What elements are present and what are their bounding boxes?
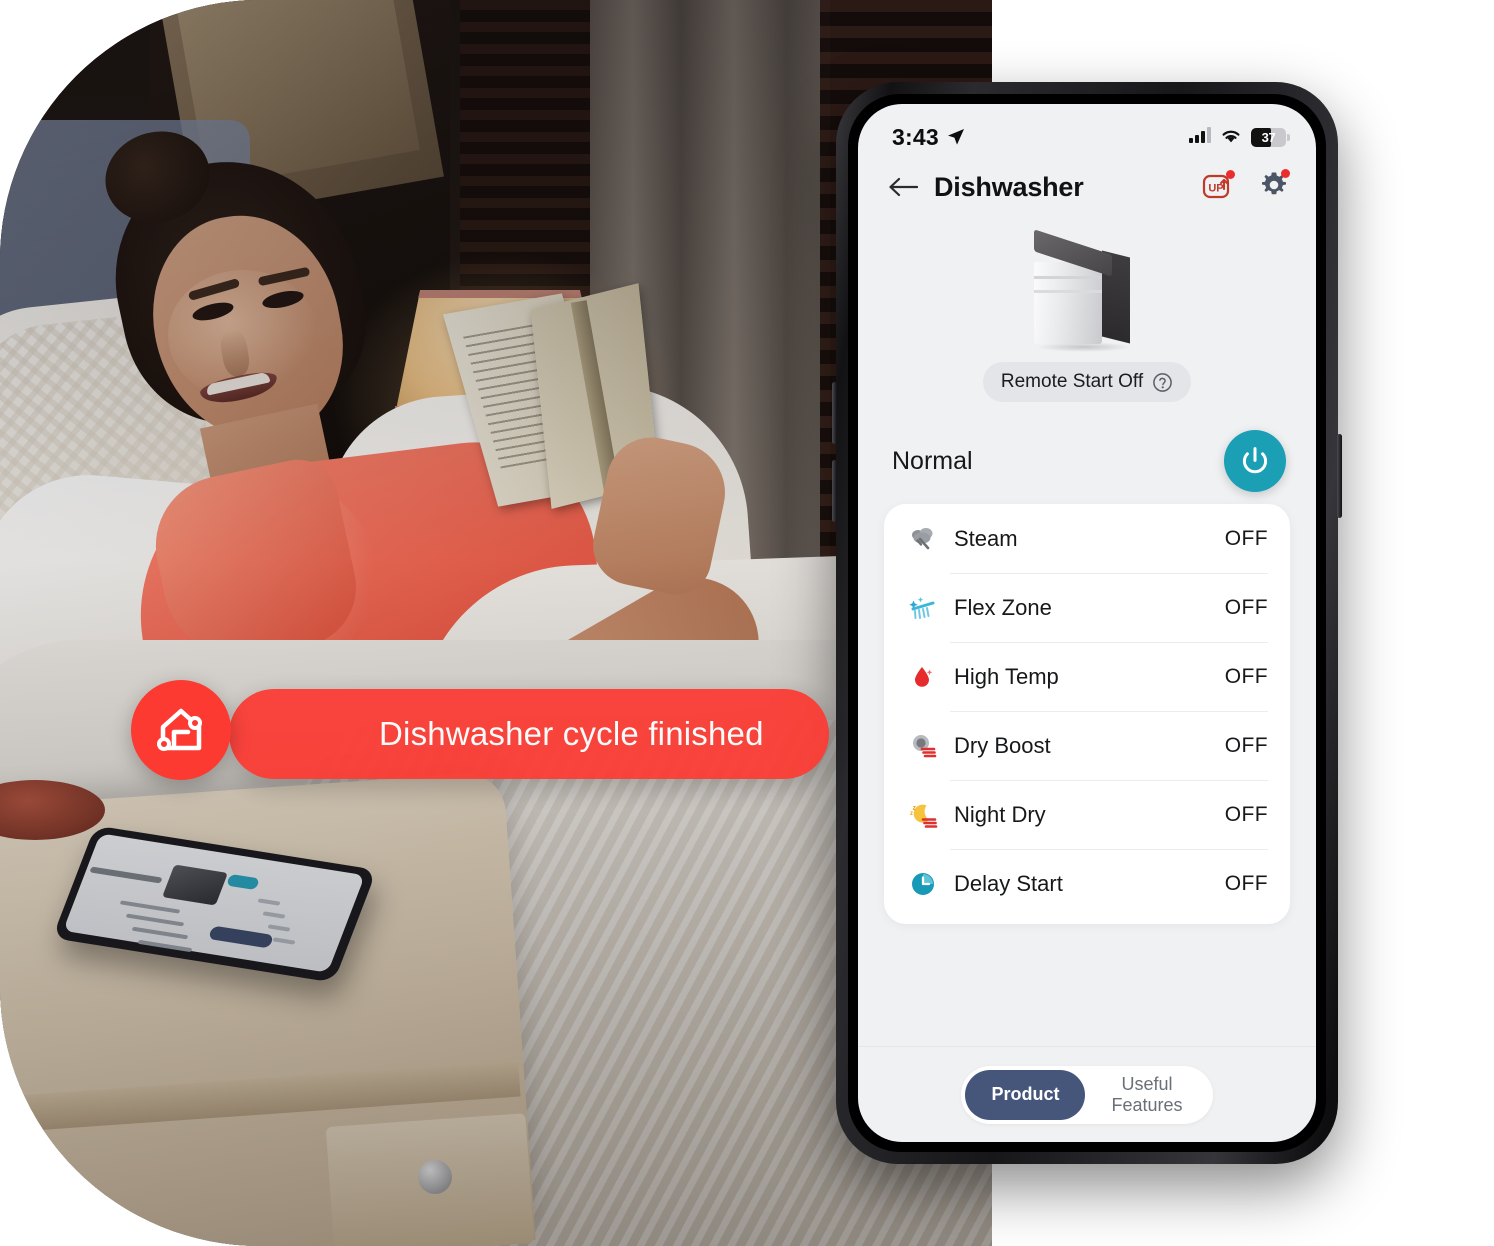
volume-up-button[interactable]	[832, 382, 837, 444]
notification-message: Dishwasher cycle finished	[379, 715, 764, 752]
delay-start-clock-icon	[906, 867, 940, 901]
option-row-steam[interactable]: Steam OFF	[906, 504, 1268, 573]
option-value: OFF	[1224, 871, 1268, 895]
notification-toast[interactable]: Dishwasher cycle finished	[131, 680, 829, 780]
hardware-power-button[interactable]	[1337, 434, 1342, 518]
remote-start-status-chip[interactable]: Remote Start Off	[982, 362, 1192, 402]
option-value: OFF	[1224, 802, 1268, 826]
option-row-flex-zone[interactable]: Flex Zone OFF	[906, 573, 1268, 642]
device-hero: Remote Start Off	[858, 218, 1316, 418]
page-root: Dishwasher cycle finished 3:43 37 Dishwa…	[0, 0, 1494, 1246]
remote-start-label: Remote Start Off	[1000, 371, 1144, 392]
wifi-icon	[1220, 127, 1242, 148]
tab-product-label: Product	[991, 1084, 1060, 1105]
cellular-signal-icon	[1189, 126, 1211, 148]
option-label: High Temp	[954, 663, 1059, 689]
dry-boost-icon	[906, 729, 940, 763]
phone-screen: 3:43 37 Dishwasher UP Remote Start Off N…	[858, 104, 1316, 1142]
status-bar: 3:43 37	[858, 104, 1316, 156]
option-value: OFF	[1224, 664, 1268, 688]
notification-pill: Dishwasher cycle finished	[229, 689, 829, 779]
cycle-row: Normal	[858, 418, 1316, 504]
option-label: Steam	[954, 525, 1018, 551]
options-card: Steam OFF Flex Zone OFF High Temp OFF Dr…	[884, 504, 1290, 924]
svg-text:UP: UP	[1208, 182, 1223, 194]
night-dry-moon-icon: z z	[906, 798, 940, 832]
option-label: Flex Zone	[954, 594, 1052, 620]
option-row-dry-boost[interactable]: Dry Boost OFF	[906, 711, 1268, 780]
power-button[interactable]	[1224, 430, 1286, 492]
option-value: OFF	[1224, 595, 1268, 619]
option-label: Delay Start	[954, 870, 1063, 896]
option-value: OFF	[1224, 526, 1268, 550]
steam-cloud-icon	[906, 522, 940, 556]
high-temp-drop-icon	[906, 660, 940, 694]
battery-icon: 37	[1251, 127, 1290, 147]
battery-level: 37	[1261, 129, 1276, 145]
page-title: Dishwasher	[934, 171, 1084, 202]
location-arrow-icon	[947, 128, 965, 146]
segmented-control: Product Useful Features	[961, 1065, 1213, 1124]
tab-useful-features-label: Useful Features	[1111, 1074, 1183, 1115]
back-arrow-icon[interactable]	[888, 176, 918, 198]
phone-device: 3:43 37 Dishwasher UP Remote Start Off N…	[832, 82, 1342, 1164]
tab-product[interactable]: Product	[965, 1069, 1086, 1120]
option-row-night-dry[interactable]: z z Night Dry OFF	[906, 780, 1268, 849]
smart-home-icon	[131, 680, 231, 780]
dishwasher-device-image	[1022, 229, 1152, 352]
phone-bezel: 3:43 37 Dishwasher UP Remote Start Off N…	[848, 94, 1326, 1152]
cycle-name: Normal	[892, 446, 973, 475]
app-bar: Dishwasher UP	[858, 156, 1316, 218]
bottom-tab-bar: Product Useful Features	[858, 1046, 1316, 1142]
option-label: Dry Boost	[954, 732, 1051, 758]
volume-down-button[interactable]	[832, 460, 837, 522]
help-circle-icon[interactable]	[1152, 372, 1173, 393]
svg-text:z: z	[910, 811, 913, 817]
option-row-delay-start[interactable]: Delay Start OFF	[906, 849, 1268, 918]
tab-useful-features[interactable]: Useful Features	[1085, 1070, 1208, 1120]
option-row-high-temp[interactable]: High Temp OFF	[906, 642, 1268, 711]
gear-icon[interactable]	[1258, 168, 1290, 206]
option-value: OFF	[1224, 733, 1268, 757]
option-label: Night Dry	[954, 801, 1046, 827]
svg-text:z: z	[913, 805, 917, 812]
flex-zone-icon	[906, 591, 940, 625]
up-badge-icon[interactable]: UP	[1202, 169, 1236, 206]
status-clock: 3:43	[892, 123, 939, 150]
